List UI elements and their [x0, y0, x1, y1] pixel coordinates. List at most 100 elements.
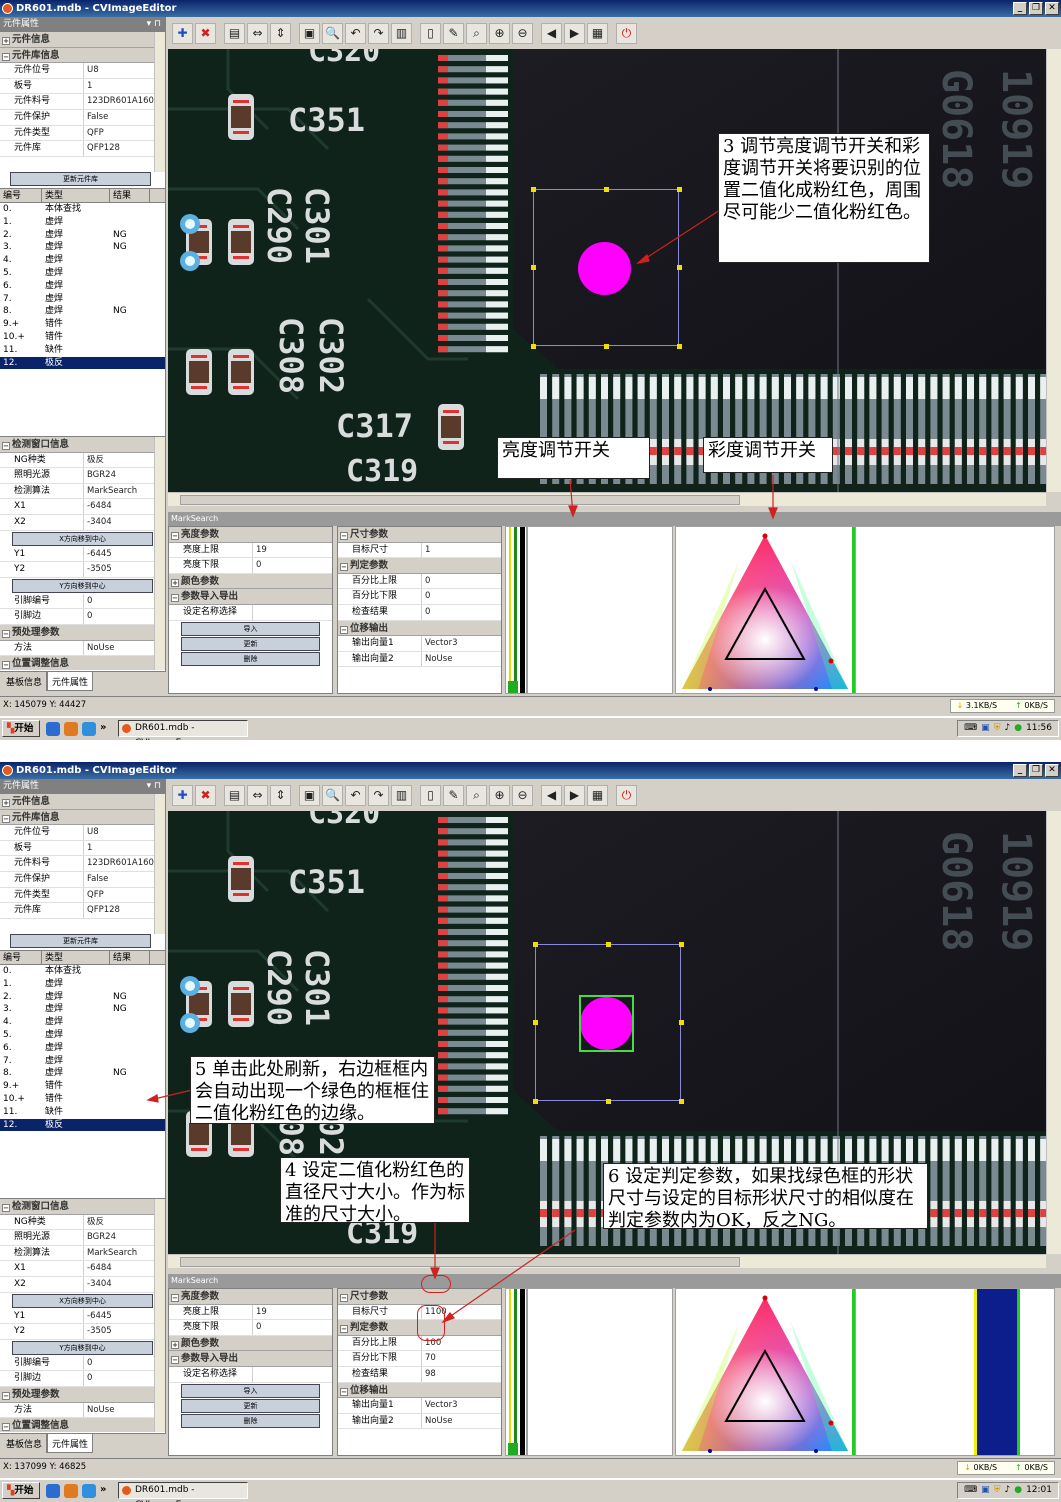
chroma-handle-top[interactable] — [762, 533, 768, 539]
add-icon[interactable]: ✚ — [172, 784, 193, 806]
network-tray-icon[interactable]: ▣ — [981, 721, 990, 736]
prop-row[interactable]: 板号 1 — [0, 78, 165, 95]
security-icon[interactable]: ● — [1014, 721, 1022, 736]
collapse-icon[interactable]: − — [2, 661, 10, 670]
close-button[interactable]: ✕ — [1045, 2, 1059, 15]
prop-row[interactable]: 元件保护 False — [0, 871, 165, 888]
image-icon[interactable]: ▣ — [299, 22, 320, 44]
list-item[interactable]: 9.+ 错件 — [0, 318, 165, 331]
section-component-info[interactable]: + 元件信息 — [0, 794, 165, 810]
prop-value[interactable]: 0 — [84, 594, 165, 609]
media-icon[interactable] — [64, 722, 78, 736]
redo-icon[interactable]: ↷ — [368, 784, 389, 806]
taskbar-item-cvimageeditor[interactable]: DR601.mdb - CVImageE... — [118, 720, 248, 740]
percent-upper-row[interactable]: 百分比上限 0 — [338, 573, 501, 590]
section-import-export[interactable]: − 参数导入导出 — [169, 1351, 332, 1367]
preset-row[interactable]: 设定名称选择 — [169, 604, 332, 621]
list-item[interactable]: 7. 虚焊 — [0, 1055, 165, 1068]
prop-value[interactable]: 0 — [84, 1356, 165, 1371]
prop-value[interactable]: 极反 — [84, 453, 165, 468]
prop-value[interactable]: U8 — [84, 825, 165, 840]
target-size-value[interactable]: 1 — [422, 543, 501, 558]
fit-width-icon[interactable]: ⇔ — [247, 784, 268, 806]
col-number[interactable]: 编号 — [0, 951, 42, 964]
collapse-icon[interactable]: − — [340, 563, 348, 572]
book-icon[interactable]: ▥ — [391, 784, 412, 806]
collapse-icon[interactable]: − — [340, 1325, 348, 1334]
shield-icon[interactable]: ⛨ — [994, 721, 1001, 736]
section-offset[interactable]: − 位移输出 — [338, 620, 501, 637]
brightness-upper-value[interactable]: 19 — [253, 543, 332, 558]
x-center-button[interactable]: X方向移到中心 — [12, 1293, 153, 1308]
collapse-icon[interactable]: − — [171, 532, 179, 540]
ie-icon[interactable] — [46, 722, 60, 736]
prop-value[interactable]: -6445 — [84, 547, 165, 562]
prop-value[interactable]: QFP128 — [84, 141, 165, 156]
collapse-icon[interactable]: − — [340, 625, 348, 634]
vector1-row[interactable]: 输出向量1 Vector3 — [338, 636, 501, 652]
percent-lower-row[interactable]: 百分比下限 70 — [338, 1351, 501, 1367]
vector2-value[interactable]: NoUse — [422, 652, 501, 667]
resize-handle[interactable] — [531, 187, 536, 192]
prop-row[interactable]: 引脚编号 0 — [0, 593, 165, 610]
vector1-value[interactable]: Vector3 — [422, 636, 501, 651]
resize-handle[interactable] — [531, 265, 536, 270]
scroll-thumb[interactable] — [180, 495, 740, 505]
open-icon[interactable]: ✎ — [443, 784, 464, 806]
delete-icon[interactable]: ✖ — [195, 22, 216, 44]
brightness-upper-row[interactable]: 亮度上限 19 — [169, 1304, 332, 1321]
prop-row[interactable]: 板号 1 — [0, 840, 165, 857]
section-detection-window[interactable]: − 检测窗口信息 — [0, 1199, 165, 1215]
list-item[interactable]: 10.+ 错件 — [0, 331, 165, 344]
prop-row[interactable]: 元件位号 U8 — [0, 825, 165, 841]
zoom-tool-icon[interactable]: 🔍 — [322, 784, 343, 806]
list-item[interactable]: 2. 虚焊 NG — [0, 991, 165, 1004]
section-library-info[interactable]: − 元件库信息 — [0, 809, 165, 826]
section-import-export[interactable]: − 参数导入导出 — [169, 589, 332, 605]
browser-icon[interactable] — [82, 722, 96, 736]
prop-value[interactable]: QFP — [84, 888, 165, 903]
tab-board-info[interactable]: 基板信息 — [2, 1434, 48, 1453]
brightness-green-marker[interactable] — [514, 527, 517, 693]
stop-icon[interactable]: ⏻ — [616, 22, 637, 44]
prop-value[interactable]: NoUse — [84, 641, 165, 656]
delete-button[interactable]: 删除 — [181, 651, 320, 666]
preset-value[interactable] — [253, 1367, 332, 1382]
section-position-adjust[interactable]: − 位置调整信息 — [0, 1418, 165, 1432]
brightness-green-marker[interactable] — [514, 1289, 517, 1455]
prop-value[interactable]: MarkSearch — [84, 484, 165, 499]
preset-value[interactable] — [253, 605, 332, 620]
page-icon[interactable]: ▯ — [420, 22, 441, 44]
percent-lower-value[interactable]: 0 — [422, 589, 501, 604]
ie-icon[interactable] — [46, 1484, 60, 1498]
list-item[interactable]: 6. 虚焊 — [0, 280, 165, 293]
chroma-handle-top[interactable] — [762, 1295, 768, 1301]
undo-icon[interactable]: ↶ — [345, 784, 366, 806]
prop-value[interactable]: BGR24 — [84, 1230, 165, 1245]
vector1-value[interactable]: Vector3 — [422, 1398, 501, 1413]
chroma-handle-bottom-left[interactable] — [708, 687, 712, 691]
resize-handle[interactable] — [679, 1020, 684, 1025]
collapse-icon[interactable]: − — [2, 1391, 10, 1400]
section-brightness[interactable]: − 亮度参数 — [169, 527, 332, 543]
collapse-icon[interactable]: − — [340, 532, 348, 540]
prop-value[interactable]: 0 — [84, 1371, 165, 1386]
vertical-scrollbar[interactable] — [154, 437, 165, 670]
section-position-adjust[interactable]: − 位置调整信息 — [0, 656, 165, 670]
restore-button[interactable]: ❐ — [1029, 2, 1043, 15]
brightness-slider[interactable] — [505, 1288, 527, 1456]
col-type[interactable]: 类型 — [42, 951, 110, 964]
resize-handle[interactable] — [531, 344, 536, 349]
prop-row[interactable]: X2 -3404 — [0, 1276, 165, 1293]
list-item[interactable]: 12. 极反 — [0, 356, 165, 370]
keyboard-icon[interactable]: ⌨ — [964, 721, 977, 736]
chevron-icon[interactable]: » — [100, 722, 106, 736]
prop-row[interactable]: X2 -3404 — [0, 514, 165, 531]
update-library-button[interactable]: 更新元件库 — [10, 934, 151, 948]
prop-value[interactable]: QFP128 — [84, 903, 165, 918]
section-component-info[interactable]: + 元件信息 — [0, 32, 165, 48]
prop-row[interactable]: X1 -6484 — [0, 499, 165, 515]
prop-value[interactable]: -3505 — [84, 562, 165, 577]
collapse-icon[interactable]: − — [171, 1294, 179, 1302]
brightness-lower-value[interactable]: 0 — [253, 1320, 332, 1335]
